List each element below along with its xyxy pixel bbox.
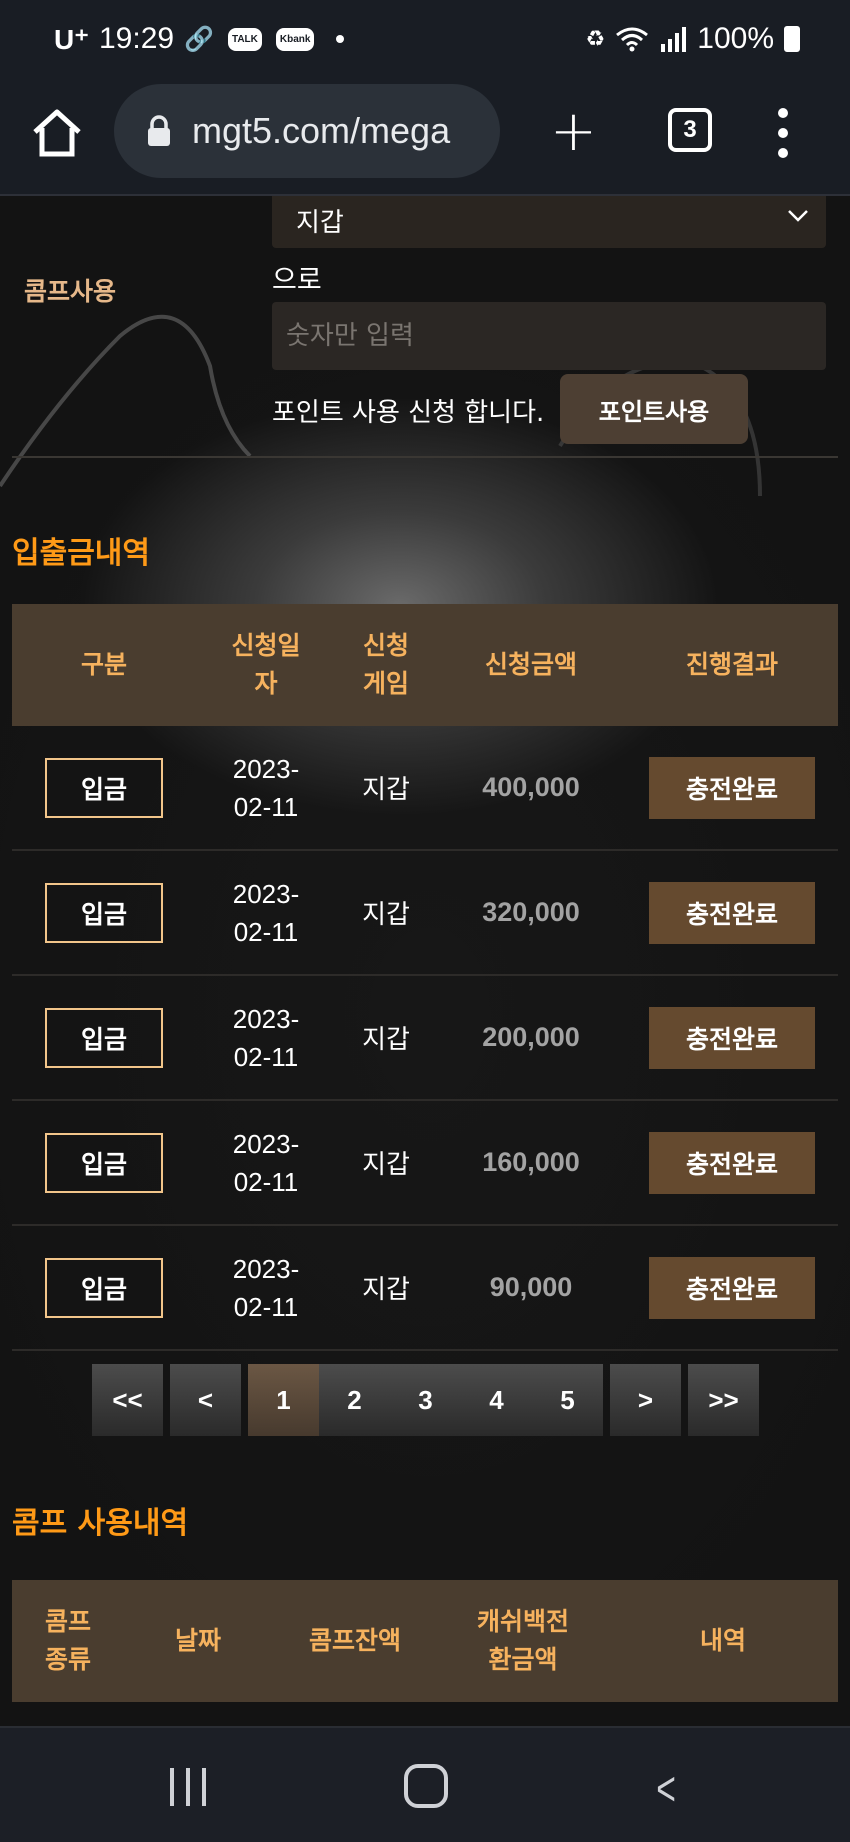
battery-percent: 100% [697,22,774,55]
date-cell: 2023- 02-11 [232,753,300,822]
more-notifications-dot [336,35,345,43]
kbank-notification-icon: Kbank [275,27,315,51]
date-cell: 2023- 02-11 [232,1253,300,1322]
header-amount: 신청금액 [484,650,577,679]
url-text: mgt5.com/mega [192,110,451,151]
status-badge: 충전완료 [649,756,815,819]
last-page-button[interactable]: >> [688,1364,759,1436]
header-details: 내역 [699,1626,746,1655]
table-header: 구분 신청일 자 신청 게임 신청금액 진행결과 [12,604,838,726]
prev-page-button[interactable]: < [170,1364,241,1436]
table-row: 입금 2023- 02-11 지갑 200,000 충전완료 [12,976,838,1101]
page-button-5[interactable]: 5 [532,1364,603,1436]
table-row: 입금 2023- 02-11 지갑 400,000 충전완료 [12,726,838,851]
pagination: << < 1 2 3 4 5 > >> [92,1364,759,1436]
amount-cell: 160,000 [482,1147,580,1177]
link-icon: 🔗 [184,25,214,53]
date-cell: 2023- 02-11 [232,1128,300,1197]
amount-cell: 200,000 [482,1022,580,1052]
table-row: 입금 2023- 02-11 지갑 160,000 충전완료 [12,1101,838,1226]
date-cell: 2023- 02-11 [232,878,300,947]
point-use-button[interactable]: 포인트사용 [560,374,748,444]
clock: 19:29 [99,22,175,55]
section-divider [12,456,838,458]
wallet-select-value: 지갑 [296,208,344,238]
table-row: 입금 2023- 02-11 지갑 90,000 충전완료 [12,1226,838,1351]
comp-use-label: 콤프사용 [24,277,117,306]
to-label: 으로 [272,265,322,296]
status-left: U⁺ 19:29 🔗 TALK Kbank [54,22,345,56]
status-bar: U⁺ 19:29 🔗 TALK Kbank ♻ 100% [0,0,850,80]
table-row: 입금 2023- 02-11 지갑 320,000 충전완료 [12,851,838,976]
page-content: 지갑 콤프사용 으로 포인트 사용 신청 합니다. 포인트사용 입출금내역 구분… [0,196,850,1726]
recent-apps-icon[interactable] [170,1768,206,1806]
type-badge: 입금 [45,1132,163,1193]
type-badge: 입금 [45,1007,163,1068]
type-badge: 입금 [45,882,163,943]
next-page-button[interactable]: > [610,1364,681,1436]
lock-icon [148,115,170,146]
game-cell: 지갑 [362,900,410,930]
home-icon[interactable] [30,106,84,160]
header-result: 진행결과 [685,650,778,679]
deposit-history-title: 입출금내역 [12,536,150,571]
amount-cell: 320,000 [482,897,580,927]
header-date: 날짜 [174,1626,221,1655]
browser-toolbar: mgt5.com/mega + 3 [0,80,850,196]
back-icon[interactable]: < [656,1762,676,1817]
page-button-2[interactable]: 2 [319,1364,390,1436]
type-badge: 입금 [45,1257,163,1318]
type-badge: 입금 [45,757,163,818]
page-button-1[interactable]: 1 [248,1364,319,1436]
status-badge: 충전완료 [649,1006,815,1069]
header-type: 구분 [80,650,127,679]
battery-saver-icon: ♻ [585,26,606,51]
game-cell: 지갑 [362,1275,410,1305]
header-cashback-amount: 캐쉬백전 환금액 [476,1607,569,1674]
new-tab-icon[interactable]: + [550,104,597,160]
status-badge: 충전완료 [649,1131,815,1194]
tab-count-button[interactable]: 3 [668,108,712,152]
game-cell: 지갑 [362,1025,410,1055]
status-badge: 충전완료 [649,1256,815,1319]
page-button-4[interactable]: 4 [461,1364,532,1436]
header-comp-balance: 콤프잔액 [308,1626,401,1655]
wallet-select[interactable]: 지갑 [272,196,826,248]
carrier-label: U⁺ [54,23,89,55]
game-cell: 지갑 [362,775,410,805]
page-button-3[interactable]: 3 [390,1364,461,1436]
wifi-icon [616,27,649,52]
status-right: ♻ 100% [586,22,800,56]
chevron-down-icon [788,210,808,222]
table-header: 콤프 종류 날짜 콤프잔액 캐쉬백전 환금액 내역 [12,1580,838,1702]
point-amount-input[interactable] [272,302,826,370]
signal-icon [661,27,687,52]
header-game: 신청 게임 [362,631,409,698]
deposit-history-table: 구분 신청일 자 신청 게임 신청금액 진행결과 입금 2023- 02-11 지갑 … [12,604,838,1351]
comp-history-table: 콤프 종류 날짜 콤프잔액 캐쉬백전 환금액 내역 [12,1580,838,1702]
game-cell: 지갑 [362,1150,410,1180]
address-bar[interactable]: mgt5.com/mega [114,84,500,178]
header-date: 신청일 자 [231,631,301,698]
date-cell: 2023- 02-11 [232,1003,300,1072]
comp-history-title: 콤프 사용내역 [12,1506,189,1541]
home-nav-icon[interactable] [404,1764,448,1808]
point-request-text: 포인트 사용 신청 합니다. [272,398,545,428]
amount-cell: 400,000 [482,772,580,802]
header-comp-type: 콤프 종류 [44,1607,91,1674]
more-menu-icon[interactable] [776,108,790,158]
talk-notification-icon: TALK [227,27,262,51]
system-nav-bar: < [0,1726,850,1842]
first-page-button[interactable]: << [92,1364,163,1436]
battery-icon [784,26,800,52]
status-badge: 충전완료 [649,881,815,944]
amount-cell: 90,000 [489,1272,573,1302]
